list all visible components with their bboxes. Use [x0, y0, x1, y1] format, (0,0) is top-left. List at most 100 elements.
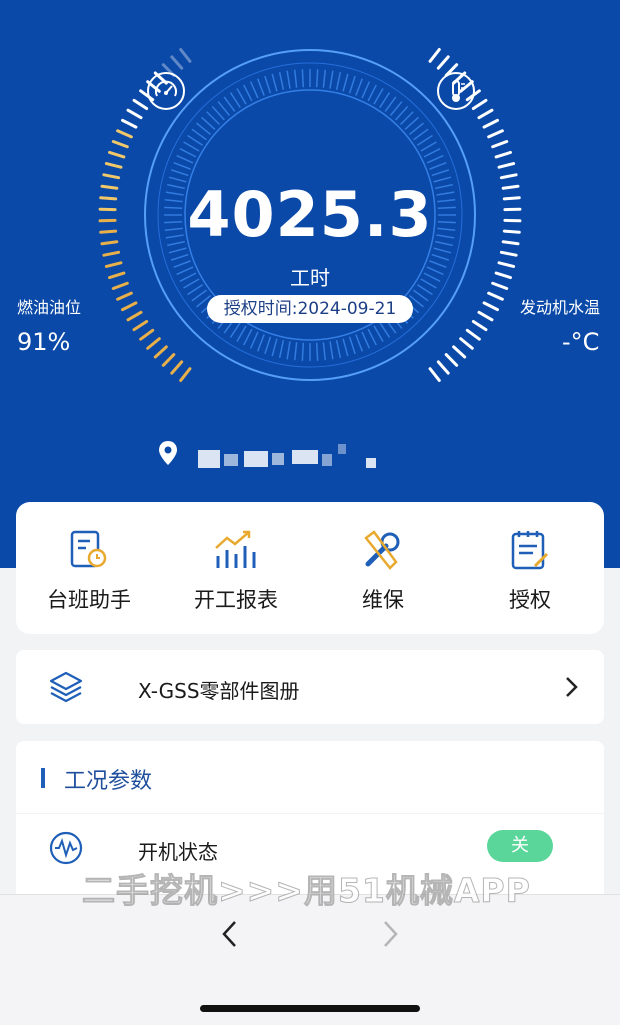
temp-tick [501, 252, 516, 255]
fuel-tick [104, 252, 119, 255]
quick-action-shift-assistant[interactable]: 台班助手 [16, 522, 162, 622]
fuel-tick [128, 312, 141, 319]
inner-tick [272, 339, 277, 356]
inner-tick [432, 255, 449, 261]
inner-tick [180, 149, 196, 157]
fuel-tick [134, 321, 147, 329]
fuel-tick [118, 293, 132, 299]
temp-tick [479, 110, 492, 117]
temp-tick [496, 152, 510, 156]
temp-tick [489, 293, 503, 299]
inner-tick [380, 93, 390, 108]
inner-tick [224, 97, 235, 112]
power-status-toggle[interactable]: 关 [487, 830, 553, 862]
fuel-tick [155, 347, 166, 357]
operating-params-section: 工况参数 [16, 741, 604, 813]
parts-catalog-label: X-GSS零部件图册 [138, 675, 300, 704]
inner-tick [207, 112, 220, 125]
temp-tick [479, 312, 492, 319]
inner-tick [251, 332, 258, 348]
chevron-right-icon [564, 675, 580, 699]
inner-tick [374, 89, 383, 105]
inner-tick [368, 329, 376, 345]
inner-tick [237, 89, 246, 105]
quick-action-authorize[interactable]: 授权 [457, 522, 603, 622]
inner-tick [374, 326, 383, 342]
fuel-tick [123, 303, 136, 310]
inner-tick [356, 334, 362, 351]
inner-tick [230, 93, 240, 108]
inner-tick [323, 70, 325, 88]
inner-tick [295, 70, 297, 88]
inner-tick [427, 156, 443, 163]
inner-tick [343, 74, 348, 91]
temp-tick [430, 369, 439, 381]
quick-action-label: 开工报表 [163, 584, 309, 614]
section-accent-bar [41, 768, 45, 788]
inner-tick [421, 142, 437, 151]
inner-tick [258, 79, 264, 96]
home-indicator [200, 1005, 420, 1012]
inner-tick [356, 79, 362, 96]
inner-tick [323, 342, 325, 360]
inner-tick [280, 72, 284, 90]
temp-tick [430, 50, 439, 62]
chevron-right-icon[interactable] [380, 919, 400, 949]
chevron-left-icon[interactable] [220, 919, 240, 949]
inner-tick [405, 117, 418, 129]
inner-tick [295, 342, 297, 360]
temp-tick [499, 164, 514, 168]
inner-tick [237, 326, 246, 342]
inner-tick [302, 343, 303, 361]
inner-tick [177, 156, 193, 163]
inner-tick [429, 163, 446, 169]
parts-catalog-row[interactable]: X-GSS零部件图册 [16, 650, 604, 724]
fuel-tick [123, 120, 136, 127]
fuel-tick [110, 152, 124, 156]
inner-tick [212, 107, 224, 120]
inner-tick [197, 123, 211, 134]
fuel-tick [172, 57, 182, 68]
inner-tick [202, 117, 215, 129]
inner-tick [337, 340, 341, 358]
inner-tick [272, 74, 277, 91]
wrench-icon [360, 528, 404, 572]
inner-tick [287, 71, 290, 89]
fuel-tick [118, 131, 132, 137]
fuel-tick [141, 330, 153, 339]
fuel-tick [106, 164, 121, 168]
inner-tick [432, 170, 449, 176]
quick-action-label: 台班助手 [16, 584, 162, 614]
fuel-tick [163, 355, 173, 366]
thermometer-icon [437, 72, 475, 110]
inner-tick [287, 341, 290, 359]
inner-tick [330, 341, 333, 359]
engine-temp-label: 发动机水温 [520, 294, 600, 318]
temp-tick [473, 321, 486, 329]
working-hours-value: 4025.3 [0, 178, 620, 251]
waveform-icon [48, 830, 84, 866]
inner-tick [244, 85, 252, 101]
inner-tick [424, 149, 440, 157]
inner-tick [258, 334, 264, 351]
inner-tick [362, 82, 369, 98]
fuel-level-label: 燃油油位 [17, 294, 81, 318]
temp-tick [438, 362, 448, 373]
quick-action-maintenance[interactable]: 维保 [310, 522, 456, 622]
inner-tick [368, 85, 376, 101]
inner-tick [265, 76, 271, 93]
quick-action-work-report[interactable]: 开工报表 [163, 522, 309, 622]
inner-tick [280, 340, 284, 358]
inner-tick [380, 322, 390, 337]
inner-tick [244, 329, 252, 345]
inner-tick [409, 123, 423, 134]
inner-tick [385, 97, 396, 112]
inner-tick [414, 129, 429, 140]
inner-tick [171, 255, 188, 261]
fuel-tick [181, 50, 190, 62]
inner-tick [265, 337, 271, 354]
dashboard-header: 4025.3 工时 授权时间:2024-09-21 燃油油位 91% 发动机水温… [0, 0, 620, 568]
inner-tick [337, 72, 341, 90]
bar-chart-icon [213, 528, 259, 572]
speedometer-icon [147, 72, 185, 110]
